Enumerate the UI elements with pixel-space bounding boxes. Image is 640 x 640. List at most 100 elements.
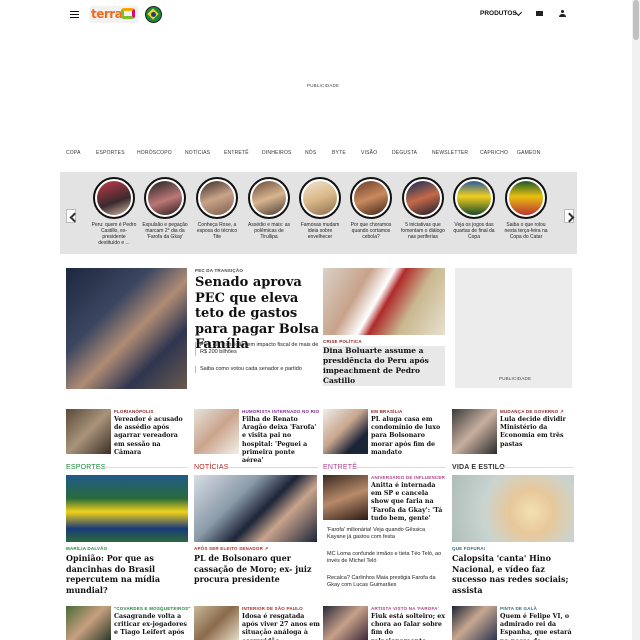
news-thumb[interactable] [194,409,239,454]
second-story-headline[interactable]: Dina Boluarte assume a presidência do Pe… [323,346,445,386]
second-story-tag[interactable]: CRISE POLÍTICA [323,339,362,344]
lead-story-tag[interactable]: PEC DA TRANSIÇÃO [195,268,243,273]
story-caption: 5 iniciativas que fomentam o diálogo nas… [401,222,445,240]
story-item[interactable]: Veja os jogos das quartas de final da Co… [451,177,497,240]
story-thumb [248,177,290,219]
lead-story-image[interactable] [66,268,187,389]
entrete-list-item[interactable]: 'Farofa' milionária! Veja quando Gêssica… [327,527,445,541]
nav-item[interactable]: ESPORTES [96,150,125,156]
story-thumb [402,177,444,219]
terra-logo[interactable]: terra [89,6,139,23]
carousel-next-button[interactable] [564,209,574,223]
story-item[interactable]: Por que choramos quando cortamos cebola? [348,177,394,240]
news-headline[interactable]: Vereador é acusado de assédio após agarr… [114,416,189,457]
story-thumb [93,177,135,219]
nav-item[interactable]: VISÃO [361,150,377,156]
section-title-noticias[interactable]: NOTÍCIAS [194,464,229,471]
nav-item[interactable]: NÓS [305,150,316,156]
news-headline[interactable]: Lula decide dividir Ministério da Econom… [500,416,574,449]
story-item[interactable]: Peru: quem é Pedro Castillo, ex-presiden… [91,177,137,246]
esportes-image[interactable] [66,475,188,542]
entrete-list-item[interactable]: Recalca? Carlinhos Maia prestigia Farofa… [327,575,445,589]
story-caption: Expulsão e pegação marcam 2° dia da 'Far… [142,222,188,240]
site-header: terra PRODUTOS [0,0,632,30]
news-thumb[interactable] [323,409,368,454]
entrete-list-item[interactable]: MC Loma confunde irmãos e tieta Téo Teló… [327,551,445,565]
top-ad-area: PUBLICIDADE [0,30,632,140]
page-scrollbar[interactable] [632,0,640,640]
side-ad-box: PUBLICIDADE [455,268,572,388]
news-tag[interactable]: ARTISTA VISTO NA 'FAROFA' [371,606,439,611]
lead-story-headline[interactable]: Senado aprova PEC que eleva teto de gast… [195,275,320,353]
news-thumb[interactable] [66,606,111,640]
entrete-headline[interactable]: Anitta é internada em SP e cancela show … [371,482,447,523]
nav-item[interactable]: NEWSLETTER [432,150,468,156]
news-tag[interactable]: INTERIOR DE SÃO PAULO [242,606,303,611]
esportes-headline[interactable]: Opinião: Por que as dancinhas do Brasil … [66,553,188,595]
section-divider [498,467,574,468]
lead-bullet[interactable]: PEC da Transição tem impacto fiscal de m… [195,342,320,356]
section-title-vida[interactable]: VIDA E ESTILO [452,464,505,471]
nav-item[interactable]: DINHEIROS [262,150,292,156]
story-item[interactable]: Conheça Rose, a esposa do técnico Tite [194,177,240,240]
news-headline[interactable]: PL aluga casa em condomínio de luxo para… [371,416,448,457]
story-item[interactable]: Expulsão e pegação marcam 2° dia da 'Far… [142,177,188,240]
story-item[interactable]: 5 iniciativas que fomentam o diálogo nas… [400,177,446,240]
story-thumb [144,177,186,219]
news-tag[interactable]: FLORIANÓPOLIS [114,409,154,414]
ad-label: PUBLICIDADE [307,83,340,88]
nav-item[interactable]: DEGUSTA [392,150,417,156]
story-item[interactable]: Assédio e mais: as polêmicas de Tirullip… [246,177,292,240]
news-tag[interactable]: PINTA DE GALÃ [500,606,537,611]
noticias-image[interactable] [194,475,317,542]
section-divider [100,467,188,468]
user-icon[interactable] [559,10,566,18]
news-tag[interactable]: HUMORISTA INTERNADO NO RIO [242,409,319,414]
nav-item[interactable]: HORÓSCOPO [137,150,172,156]
news-tag[interactable]: EM BRASÍLIA [371,409,402,414]
nav-item[interactable]: ENTRETÊ [224,150,249,156]
stories-carousel: Peru: quem é Pedro Castillo, ex-presiden… [60,172,577,254]
carousel-prev-button[interactable] [66,209,76,223]
scrollbar-thumb[interactable] [633,0,639,40]
nav-item[interactable]: BYTE [332,150,346,156]
news-thumb[interactable] [66,409,111,454]
news-headline[interactable]: Quem é Felipe VI, o admirado rei da Espa… [500,613,575,640]
news-tag[interactable]: "COVARDES E MOSQUETEIROS" [114,606,191,611]
hamburger-menu-icon[interactable] [70,11,79,18]
esportes-tag[interactable]: MARÍLIA DALVÃO [66,546,107,551]
news-thumb[interactable] [452,606,497,640]
story-caption: Conheça Rose, a esposa do técnico Tite [196,222,238,240]
news-thumb[interactable] [452,409,497,454]
section-divider [353,467,446,468]
lead-bullet[interactable]: Saiba como votou cada senador e partido [195,366,320,373]
story-thumb [196,177,238,219]
second-story-image[interactable] [323,268,445,335]
entrete-thumb[interactable] [323,475,368,520]
nav-item[interactable]: COPA [66,150,81,156]
news-headline[interactable]: Filha de Renato Aragão deixa 'Farofa' e … [242,416,318,465]
brazil-flag-icon[interactable] [145,6,162,23]
news-headline[interactable]: Casagrande volta a criticar ex-jogadores… [114,613,190,638]
entrete-tag[interactable]: ANIVERSÁRIO DE INFLUENCER [371,475,445,480]
vida-headline[interactable]: Calopsita 'canta' Hino Nacional, e vídeo… [452,553,574,595]
vida-tag[interactable]: QUE FOFURA! [452,546,485,551]
news-tag[interactable]: MUDANÇA DE GOVERNO ↗ [500,409,564,415]
produtos-menu[interactable]: PRODUTOS [480,10,517,17]
story-item[interactable]: Saiba o que rolou nesta terça-feira na C… [503,177,549,240]
nav-item[interactable]: GAMEON [517,150,540,156]
story-thumb [453,177,495,219]
noticias-headline[interactable]: PL de Bolsonaro quer cassação de Moro; e… [194,553,317,585]
news-thumb[interactable] [323,606,368,640]
story-item[interactable]: Famosas mudam ideia sobre envelhecer [297,177,343,240]
news-thumb[interactable] [194,606,239,640]
mail-icon[interactable] [536,11,543,16]
section-title-entrete[interactable]: ENTRETÊ [323,464,357,471]
nav-item[interactable]: NOTÍCIAS [185,150,210,156]
news-headline[interactable]: Fiuk está solteiro; ex chora ao falar so… [371,613,448,640]
nav-item[interactable]: CAPRICHO [480,150,508,156]
news-headline[interactable]: Idosa é resgatada após viver 27 anos em … [242,613,320,640]
story-caption: Por que choramos quando cortamos cebola? [350,222,392,240]
noticias-tag[interactable]: APÓS SER ELEITO SENADOR ↗ [194,546,268,552]
vida-image[interactable] [452,475,574,542]
